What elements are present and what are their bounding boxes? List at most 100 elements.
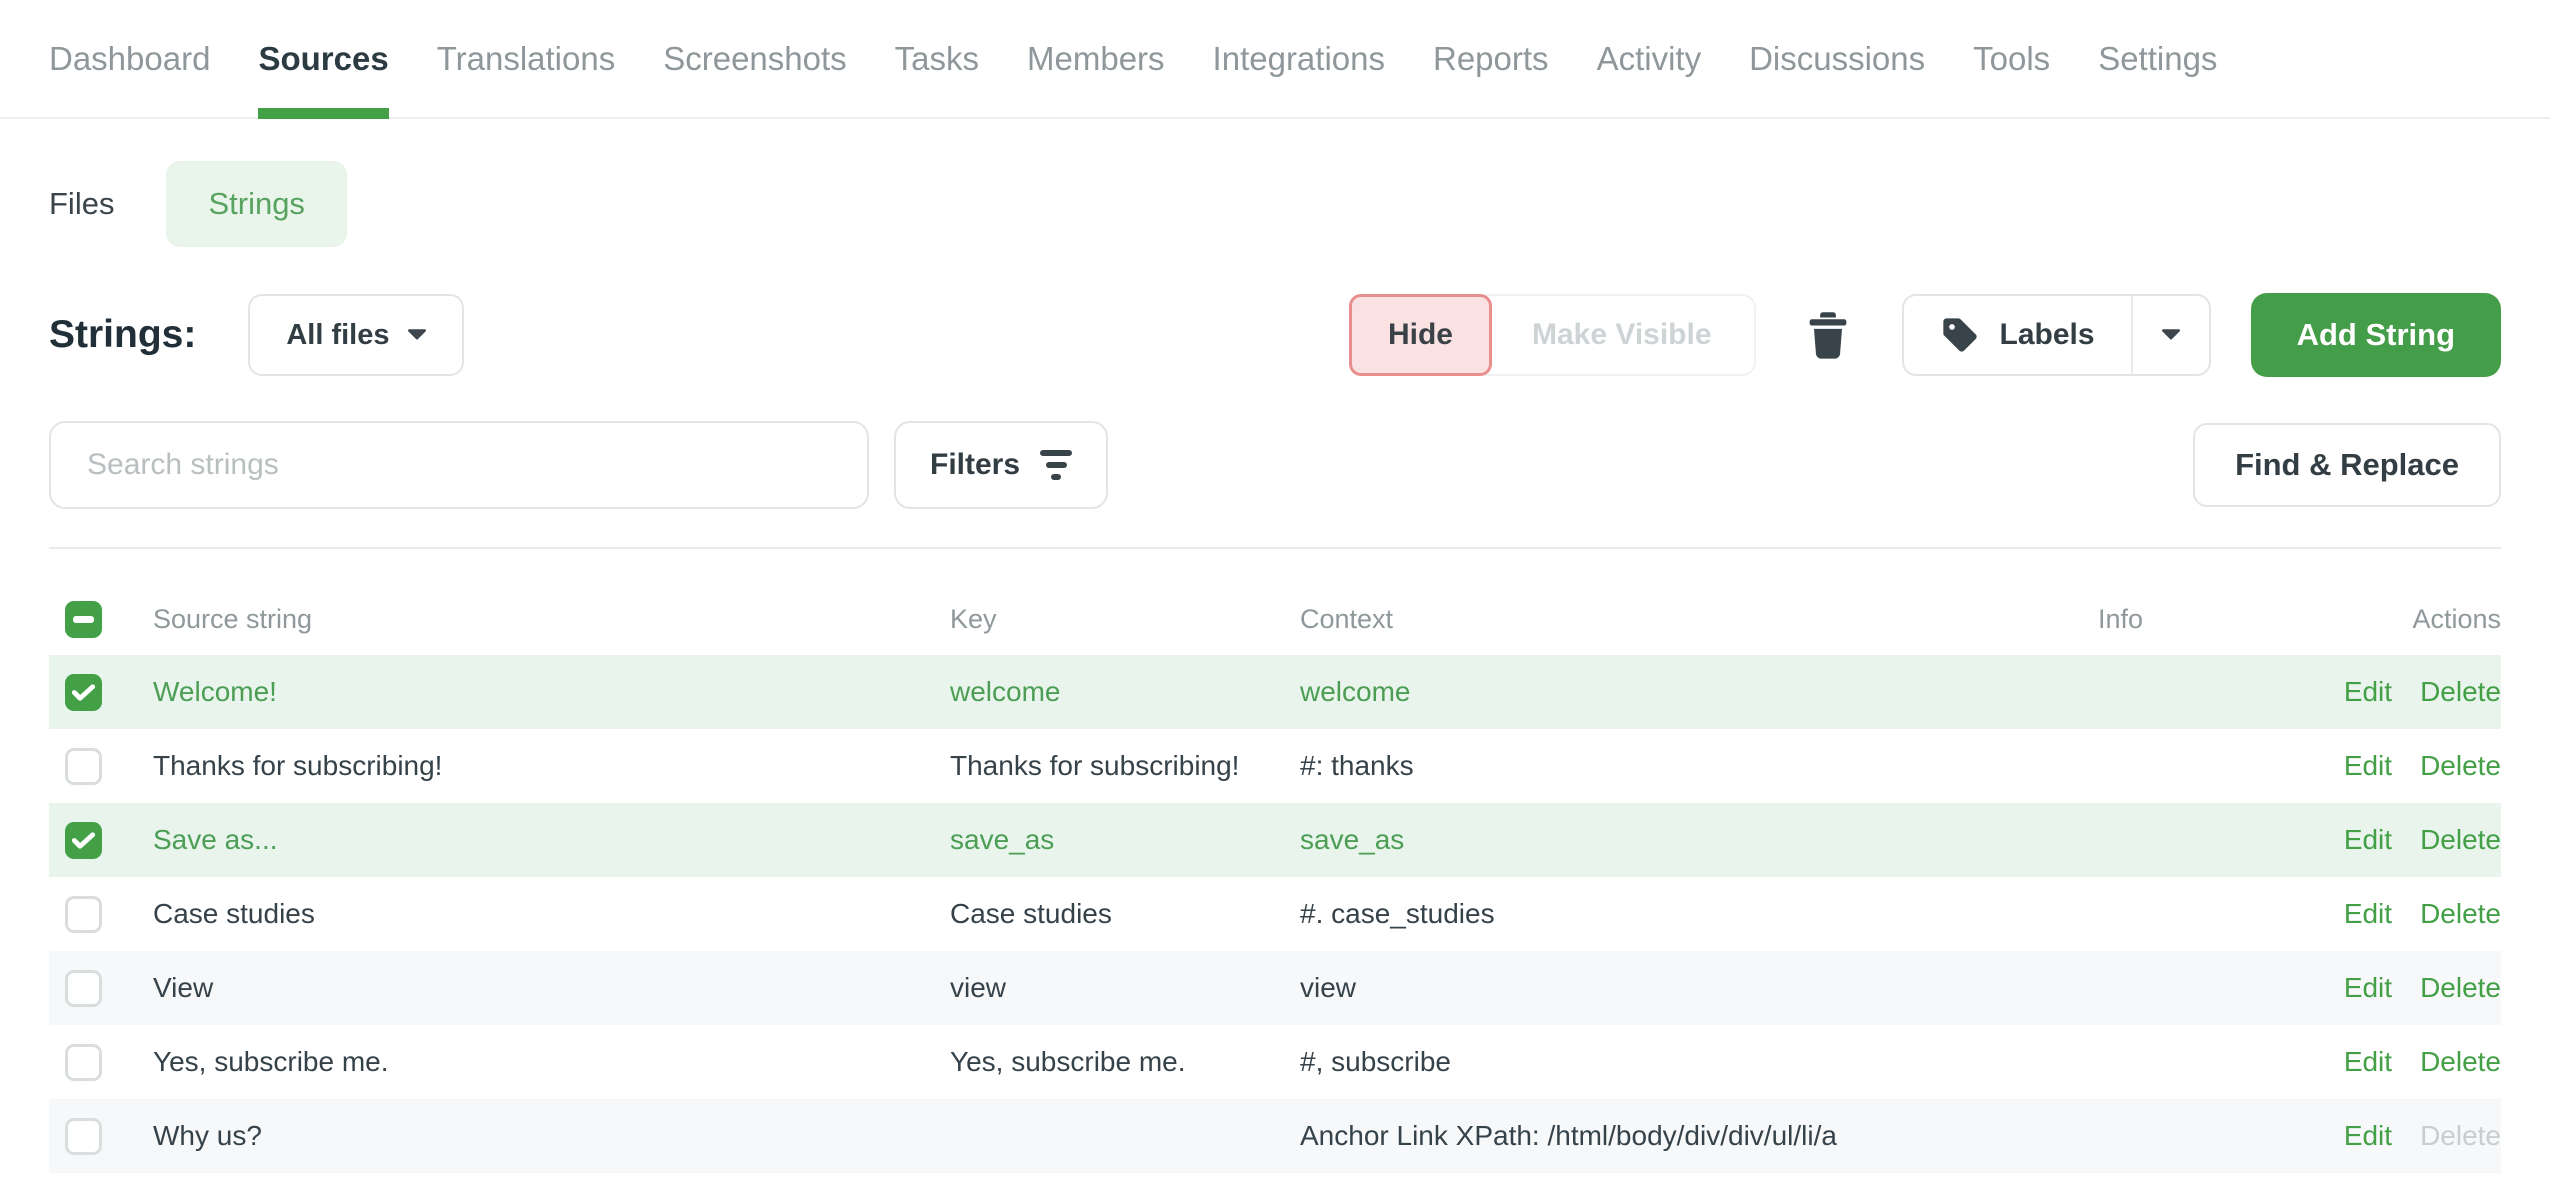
file-filter-dropdown[interactable]: All files xyxy=(248,294,463,376)
page-title: Strings: xyxy=(49,313,196,357)
edit-link[interactable]: Edit xyxy=(2344,898,2392,930)
edit-link[interactable]: Edit xyxy=(2344,750,2392,782)
select-all-checkbox[interactable] xyxy=(65,601,102,638)
delete-selected-button[interactable] xyxy=(1796,294,1860,376)
table-row: Yes, subscribe me. Yes, subscribe me. #,… xyxy=(49,1025,2501,1099)
nav-item-label: Tools xyxy=(1973,40,2050,78)
table-body: Welcome! welcome welcome Edit Delete Tha… xyxy=(49,655,2501,1173)
chevron-down-icon xyxy=(2162,329,2180,341)
header-actions: Actions xyxy=(2143,604,2501,635)
edit-link[interactable]: Edit xyxy=(2344,972,2392,1004)
labels-button-group: Labels xyxy=(1902,294,2211,376)
strings-toolbar: Strings: All files Hide Make Visible Lab… xyxy=(0,293,2550,377)
nav-item-members[interactable]: Members xyxy=(1027,0,1165,117)
edit-link[interactable]: Edit xyxy=(2344,1046,2392,1078)
tab-strings[interactable]: Strings xyxy=(166,161,346,247)
table-row: View view view Edit Delete xyxy=(49,951,2501,1025)
nav-item-label: Discussions xyxy=(1749,40,1925,78)
nav-item-reports[interactable]: Reports xyxy=(1433,0,1549,117)
search-input[interactable] xyxy=(49,421,869,509)
source-string-cell: Welcome! xyxy=(153,676,950,708)
labels-dropdown-toggle[interactable] xyxy=(2133,296,2209,374)
delete-link[interactable]: Delete xyxy=(2420,824,2501,856)
make-visible-button[interactable]: Make Visible xyxy=(1490,296,1754,374)
source-string-cell: Save as... xyxy=(153,824,950,856)
context-cell: #, subscribe xyxy=(1300,1046,1860,1078)
nav-item-label: Settings xyxy=(2098,40,2217,78)
nav-item-dashboard[interactable]: Dashboard xyxy=(49,0,210,117)
nav-item-label: Activity xyxy=(1597,40,1702,78)
nav-item-discussions[interactable]: Discussions xyxy=(1749,0,1925,117)
edit-link[interactable]: Edit xyxy=(2344,824,2392,856)
filters-button[interactable]: Filters xyxy=(894,421,1108,509)
nav-item-integrations[interactable]: Integrations xyxy=(1213,0,1385,117)
chevron-down-icon xyxy=(408,329,426,341)
context-cell: view xyxy=(1300,972,1860,1004)
nav-item-sources[interactable]: Sources xyxy=(258,0,388,117)
row-checkbox[interactable] xyxy=(65,822,102,859)
nav-item-tools[interactable]: Tools xyxy=(1973,0,2050,117)
source-string-cell: Why us? xyxy=(153,1120,950,1152)
file-filter-value: All files xyxy=(286,319,389,352)
key-cell: Thanks for subscribing! xyxy=(950,750,1300,782)
visibility-button-group: Hide Make Visible xyxy=(1349,294,1756,376)
find-replace-button[interactable]: Find & Replace xyxy=(2193,423,2501,507)
source-string-cell: Yes, subscribe me. xyxy=(153,1046,950,1078)
delete-link: Delete xyxy=(2420,1120,2501,1152)
nav-item-settings[interactable]: Settings xyxy=(2098,0,2217,117)
filters-button-label: Filters xyxy=(930,448,1020,482)
labels-button[interactable]: Labels xyxy=(1904,296,2133,374)
source-string-cell: Thanks for subscribing! xyxy=(153,750,950,782)
nav-item-label: Tasks xyxy=(895,40,979,78)
row-checkbox[interactable] xyxy=(65,1044,102,1081)
section-divider xyxy=(49,547,2501,549)
context-cell: #: thanks xyxy=(1300,750,1860,782)
nav-item-screenshots[interactable]: Screenshots xyxy=(663,0,846,117)
header-context: Context xyxy=(1300,604,1860,635)
nav-item-tasks[interactable]: Tasks xyxy=(895,0,979,117)
labels-button-label: Labels xyxy=(2000,318,2095,352)
row-checkbox[interactable] xyxy=(65,896,102,933)
row-checkbox[interactable] xyxy=(65,674,102,711)
nav-item-label: Members xyxy=(1027,40,1165,78)
context-cell: #. case_studies xyxy=(1300,898,1860,930)
source-string-cell: Case studies xyxy=(153,898,950,930)
nav-item-label: Reports xyxy=(1433,40,1549,78)
nav-item-label: Translations xyxy=(437,40,616,78)
trash-icon xyxy=(1807,310,1849,360)
tab-files[interactable]: Files xyxy=(49,186,114,222)
delete-link[interactable]: Delete xyxy=(2420,750,2501,782)
nav-item-label: Dashboard xyxy=(49,40,210,78)
key-cell: save_as xyxy=(950,824,1300,856)
source-string-cell: View xyxy=(153,972,950,1004)
nav-item-activity[interactable]: Activity xyxy=(1597,0,1702,117)
check-icon xyxy=(72,683,95,702)
tag-icon xyxy=(1940,315,1980,355)
delete-link[interactable]: Delete xyxy=(2420,676,2501,708)
nav-item-translations[interactable]: Translations xyxy=(437,0,616,117)
context-cell: welcome xyxy=(1300,676,1860,708)
key-cell: Yes, subscribe me. xyxy=(950,1046,1300,1078)
key-cell: welcome xyxy=(950,676,1300,708)
delete-link[interactable]: Delete xyxy=(2420,972,2501,1004)
table-row: Why us? Anchor Link XPath: /html/body/di… xyxy=(49,1099,2501,1173)
delete-link[interactable]: Delete xyxy=(2420,898,2501,930)
nav-item-label: Sources xyxy=(258,40,388,78)
toolbar-actions: Hide Make Visible Labels Add String xyxy=(1349,293,2501,377)
row-checkbox[interactable] xyxy=(65,1118,102,1155)
row-checkbox[interactable] xyxy=(65,970,102,1007)
edit-link[interactable]: Edit xyxy=(2344,1120,2392,1152)
table-header-row: Source string Key Context Info Actions xyxy=(49,583,2501,655)
filter-icon xyxy=(1040,450,1072,480)
header-source-string: Source string xyxy=(153,604,950,635)
strings-table: Source string Key Context Info Actions W… xyxy=(49,583,2501,1173)
key-cell: Case studies xyxy=(950,898,1300,930)
hide-button[interactable]: Hide xyxy=(1349,294,1492,376)
add-string-button[interactable]: Add String xyxy=(2251,293,2501,377)
row-checkbox[interactable] xyxy=(65,748,102,785)
nav-item-label: Screenshots xyxy=(663,40,846,78)
top-navigation: Dashboard Sources Translations Screensho… xyxy=(0,0,2550,119)
delete-link[interactable]: Delete xyxy=(2420,1046,2501,1078)
table-row: Welcome! welcome welcome Edit Delete xyxy=(49,655,2501,729)
edit-link[interactable]: Edit xyxy=(2344,676,2392,708)
